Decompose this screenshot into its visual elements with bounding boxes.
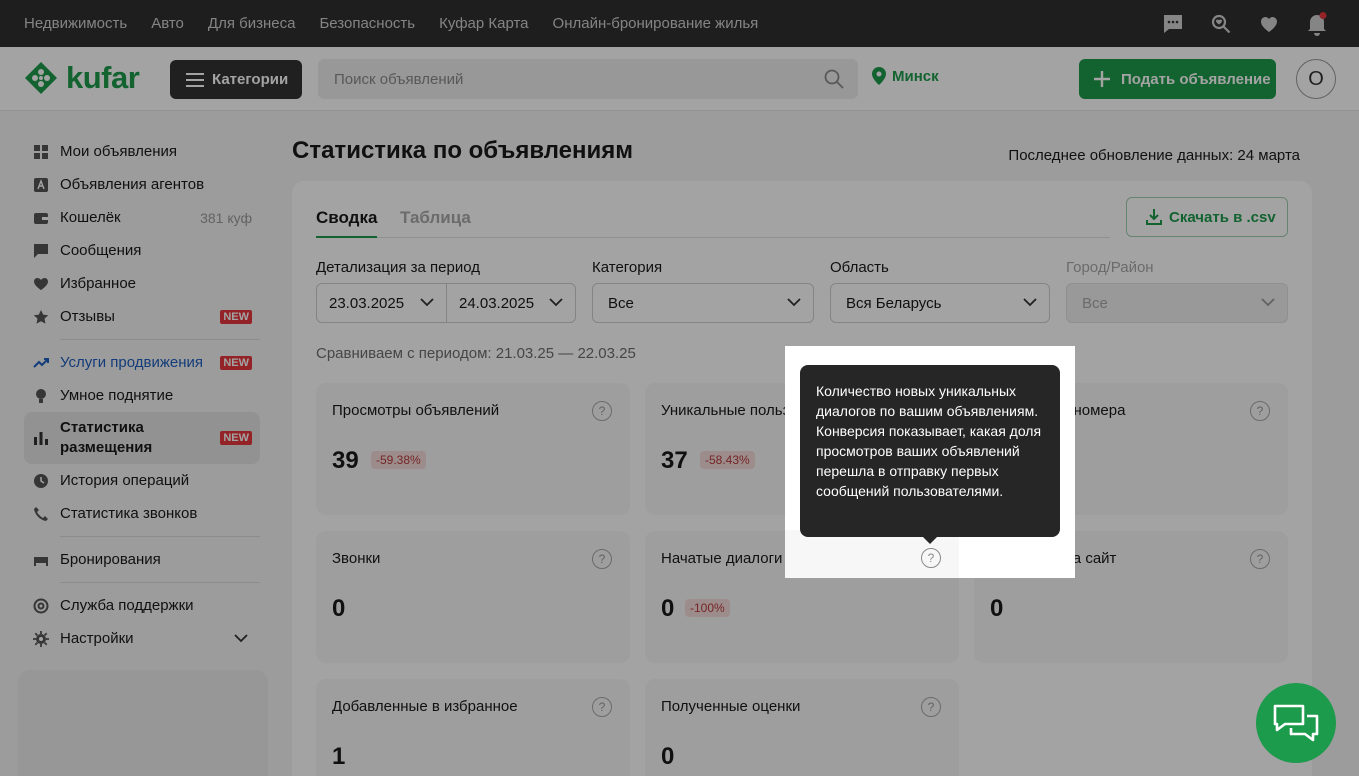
chat-bubbles-icon [1273, 704, 1319, 742]
tooltip-arrow [922, 536, 938, 544]
help-icon[interactable]: ? [921, 548, 941, 568]
support-chat-button[interactable] [1256, 683, 1336, 763]
help-tooltip: Количество новых уникальных диалогов по … [800, 365, 1060, 537]
onboarding-dim-overlay[interactable] [0, 0, 1359, 776]
